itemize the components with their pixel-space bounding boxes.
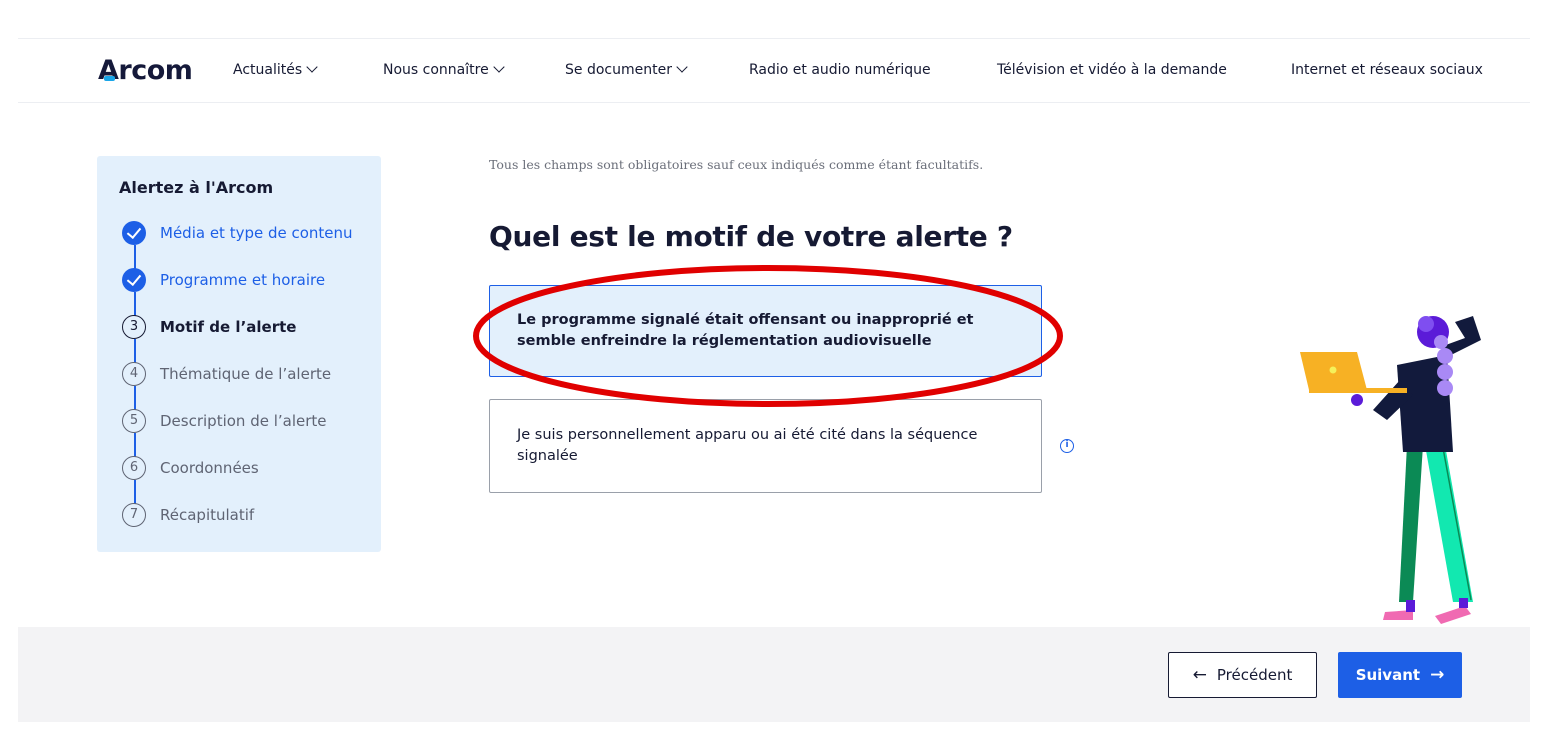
step-label: Coordonnées — [160, 459, 259, 477]
step-connector — [134, 433, 136, 457]
logo-text: Arcom — [98, 55, 193, 86]
nav-nous-connaitre[interactable]: Nous connaître — [383, 61, 505, 78]
nav-se-documenter[interactable]: Se documenter — [565, 61, 688, 78]
step-label: Média et type de contenu — [160, 224, 353, 242]
step-number: 3 — [122, 315, 146, 339]
next-label: Suivant — [1355, 666, 1421, 684]
page-title: Quel est le motif de votre alerte ? — [489, 220, 1013, 253]
progress-stepper: Alertez à l'Arcom — [97, 156, 381, 552]
reason-option-offensive[interactable]: Le programme signalé était offensant ou … — [489, 285, 1042, 377]
previous-label: Précédent — [1216, 666, 1293, 684]
step-connector — [134, 292, 136, 316]
step-label: Récapitulatif — [160, 506, 255, 524]
chevron-down-icon — [493, 61, 505, 73]
nav-radio-audio[interactable]: Radio et audio numérique — [749, 62, 931, 78]
step-connector — [134, 245, 136, 269]
step-label: Motif de l’alerte — [160, 318, 297, 336]
step-label: Thématique de l’alerte — [160, 365, 332, 383]
step-connector — [134, 386, 136, 410]
arrow-right-icon: → — [1430, 664, 1445, 685]
step-number: 7 — [122, 503, 146, 527]
nav-actualites[interactable]: Actualités — [233, 61, 318, 78]
step-number: 6 — [122, 456, 146, 480]
step-label: Programme et horaire — [160, 271, 326, 289]
required-fields-note: Tous les champs sont obligatoires sauf c… — [489, 157, 984, 172]
arcom-logo[interactable]: Arcom — [98, 55, 193, 86]
info-icon[interactable]: i — [1060, 439, 1074, 453]
arrow-left-icon: ← — [1192, 664, 1207, 685]
step-connector — [134, 480, 136, 504]
nav-label: Télévision et vidéo à la demande — [997, 62, 1227, 78]
nav-label: Nous connaître — [383, 62, 489, 78]
chevron-down-icon — [306, 61, 318, 73]
previous-button[interactable]: ← Précédent — [1168, 652, 1317, 698]
nav-label: Se documenter — [565, 62, 672, 78]
nav-label: Actualités — [233, 62, 303, 78]
nav-internet-reseaux[interactable]: Internet et réseaux sociaux — [1291, 62, 1483, 78]
chevron-down-icon — [676, 61, 688, 73]
stepper-title: Alertez à l'Arcom — [119, 178, 274, 197]
reason-option-personally-involved[interactable]: Je suis personnellement apparu ou ai été… — [489, 399, 1042, 493]
option-label: Le programme signalé était offensant ou … — [517, 312, 974, 349]
step-connector — [134, 339, 136, 363]
nav-label: Radio et audio numérique — [749, 62, 931, 78]
check-icon — [122, 221, 146, 245]
step-number: 5 — [122, 409, 146, 433]
next-button[interactable]: Suivant → — [1338, 652, 1462, 698]
nav-label: Internet et réseaux sociaux — [1291, 62, 1483, 78]
step-number: 4 — [122, 362, 146, 386]
step-label: Description de l’alerte — [160, 412, 327, 430]
option-label: Je suis personnellement apparu ou ai été… — [517, 427, 978, 464]
nav-television-video[interactable]: Télévision et vidéo à la demande — [997, 62, 1227, 78]
person-with-laptop-illustration — [1300, 316, 1481, 624]
check-icon — [122, 268, 146, 292]
